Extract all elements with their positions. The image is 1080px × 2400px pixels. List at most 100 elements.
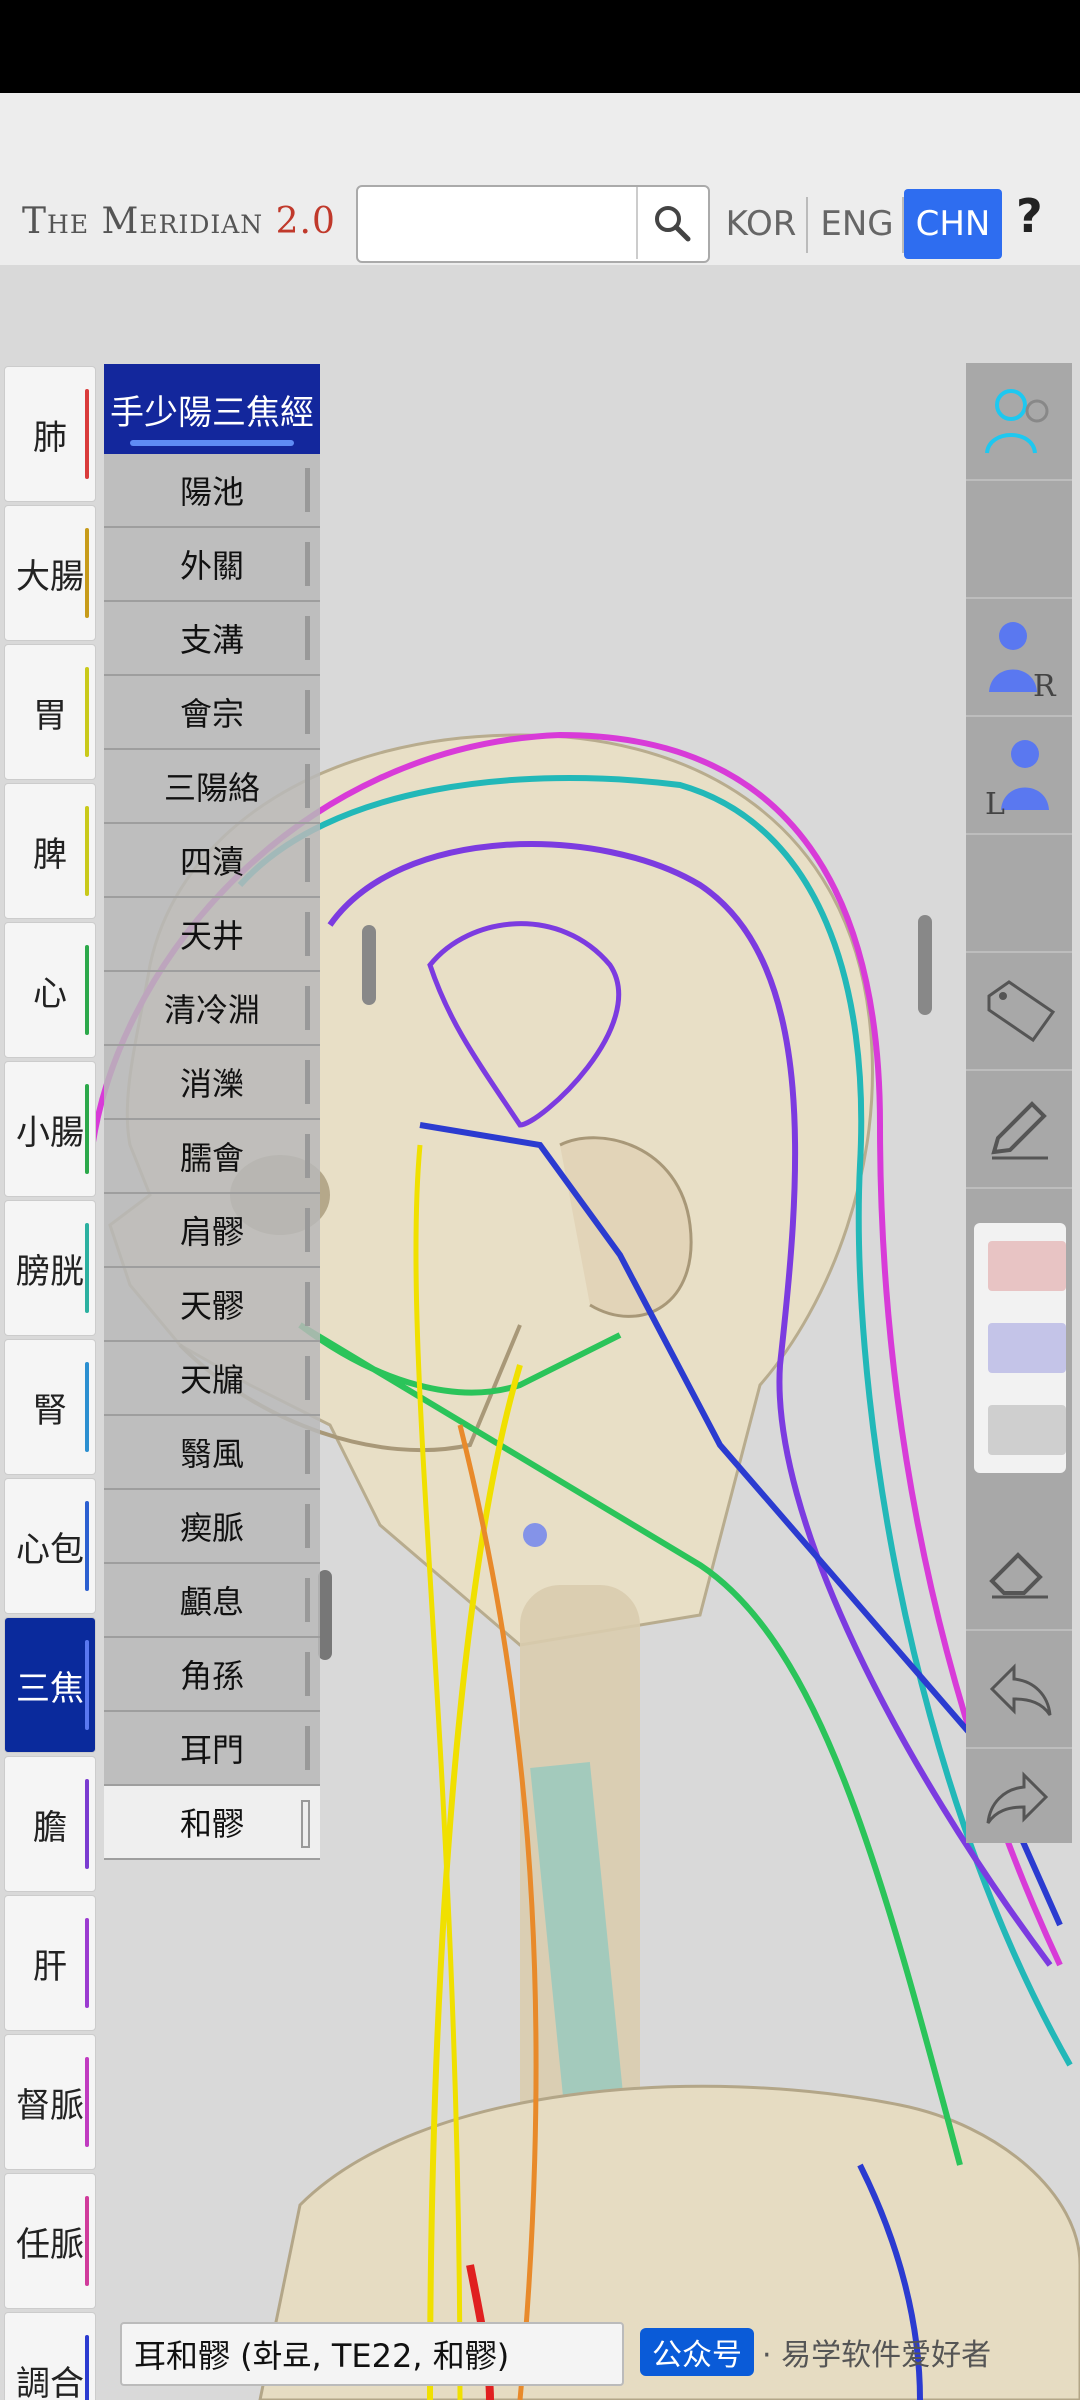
meridian-color-bar [85, 1501, 89, 1591]
acupoint-label: 天髎 [179, 1287, 244, 1325]
pencil-icon [991, 1101, 1048, 1160]
acupoint-item[interactable]: 會宗 [104, 676, 320, 750]
meridian-lung[interactable]: 肺 [4, 366, 96, 502]
meridian-conception-vessel[interactable]: 任脈 [4, 2173, 96, 2309]
meridian-kidney[interactable]: 腎 [4, 1339, 96, 1475]
acupoint-item[interactable]: 肩髎 [104, 1194, 320, 1268]
watermark: 公众号 · 易学软件爱好者 [640, 2328, 991, 2376]
acupoint-label: 臑會 [179, 1139, 244, 1177]
redo-button[interactable] [966, 1739, 1072, 1855]
acupoint-item[interactable]: 四瀆 [104, 824, 320, 898]
item-marker [305, 1282, 310, 1326]
meridian-governing-vessel[interactable]: 督脈 [4, 2034, 96, 2170]
acupoint-label: 支溝 [179, 621, 244, 659]
lang-kor-button[interactable]: KOR [716, 189, 806, 259]
meridian-label: 調合 [16, 2363, 84, 2400]
lang-chn-button[interactable]: CHN [904, 189, 1002, 259]
empty-tool-slot [966, 481, 1072, 599]
acupoint-item[interactable]: 天牖 [104, 1342, 320, 1416]
svg-text:L: L [985, 787, 1005, 820]
meridian-combination[interactable]: 調合 [4, 2312, 96, 2400]
color-swatch[interactable] [988, 1405, 1066, 1455]
meridian-bladder[interactable]: 膀胱 [4, 1200, 96, 1336]
item-marker [305, 1726, 310, 1770]
draw-button[interactable] [966, 1071, 1072, 1189]
search-icon [655, 206, 691, 242]
meridian-small-intestine[interactable]: 小腸 [4, 1061, 96, 1197]
meridian-heart[interactable]: 心 [4, 922, 96, 1058]
right-side-icon: R [989, 622, 1057, 702]
meridian-spleen[interactable]: 脾 [4, 783, 96, 919]
item-marker [305, 764, 310, 808]
acupoint-item[interactable]: 支溝 [104, 602, 320, 676]
item-marker [305, 1060, 310, 1104]
acupoint-item[interactable]: 瘈脈 [104, 1490, 320, 1564]
acupoint-item[interactable]: 消濼 [104, 1046, 320, 1120]
meridian-label: 肺 [33, 417, 67, 458]
acupoint-item[interactable]: 角孫 [104, 1638, 320, 1712]
item-marker [305, 1652, 310, 1696]
meridian-gallbladder[interactable]: 膽 [4, 1756, 96, 1892]
selected-point-info: 耳和髎 (화료, TE22, 和髎) [120, 2322, 624, 2386]
acupoint-item[interactable]: 三陽絡 [104, 750, 320, 824]
meridian-color-bar [85, 528, 89, 618]
left-panel-collapse-handle[interactable] [362, 925, 376, 1005]
meridian-color-bar [85, 2335, 89, 2400]
brand-version: 2.0 [275, 201, 336, 242]
item-marker [305, 1430, 310, 1474]
acupoint-item[interactable]: 外關 [104, 528, 320, 602]
name-tag-button[interactable] [966, 953, 1072, 1071]
acupoint-item[interactable]: 顱息 [104, 1564, 320, 1638]
lang-eng-button[interactable]: ENG [812, 189, 902, 259]
meridian-title-text: 手少陽三焦經 [110, 392, 314, 433]
item-marker [305, 616, 310, 660]
right-side-view-button[interactable]: R [966, 599, 1072, 717]
acupoint-item[interactable]: 清冷淵 [104, 972, 320, 1046]
item-marker [305, 1356, 310, 1400]
svg-text:R: R [1033, 669, 1057, 702]
acupoint-item[interactable]: 臑會 [104, 1120, 320, 1194]
meridian-label: 肝 [33, 1946, 67, 1987]
color-swatch[interactable] [988, 1323, 1066, 1373]
left-side-view-button[interactable]: L [966, 717, 1072, 835]
brand-logo: The Meridian 2.0 [22, 201, 336, 242]
meridian-triple-burner[interactable]: 三焦 [4, 1617, 96, 1753]
header: The Meridian 2.0 KOR ENG CHN ? [0, 93, 1080, 265]
meridian-pericardium[interactable]: 心包 [4, 1478, 96, 1614]
acupoint-item-selected[interactable]: 和髎 [104, 1786, 320, 1860]
meridian-label: 小腸 [16, 1112, 84, 1153]
list-scroll-handle[interactable] [318, 1570, 332, 1660]
meridian-stomach[interactable]: 胃 [4, 644, 96, 780]
view-mode-button[interactable] [966, 363, 1072, 481]
meridian-label: 三焦 [16, 1668, 84, 1709]
app-window: The Meridian 2.0 KOR ENG CHN ? 肺 大腸 胃 脾 … [0, 93, 1080, 2400]
erase-button[interactable] [966, 1513, 1072, 1631]
meridian-large-intestine[interactable]: 大腸 [4, 505, 96, 641]
undo-button[interactable] [966, 1631, 1072, 1749]
acupoint-item[interactable]: 耳門 [104, 1712, 320, 1786]
acupoint-label: 瘈脈 [179, 1509, 244, 1547]
item-marker [305, 690, 310, 734]
meridian-color-bar [85, 1918, 89, 2008]
meridian-label: 膽 [33, 1807, 67, 1848]
meridian-color-bar [85, 1779, 89, 1869]
acupoint-item[interactable]: 翳風 [104, 1416, 320, 1490]
meridian-label: 胃 [33, 695, 67, 736]
item-marker [305, 1504, 310, 1548]
meridian-title[interactable]: 手少陽三焦經 [104, 364, 320, 454]
help-button[interactable]: ? [1016, 189, 1043, 243]
color-swatch-panel [974, 1223, 1066, 1473]
acupoint-item[interactable]: 陽池 [104, 454, 320, 528]
right-panel-expand-handle[interactable] [918, 915, 932, 1015]
meridian-label: 心 [33, 973, 67, 1014]
item-marker [305, 468, 310, 512]
meridian-label: 督脈 [16, 2085, 84, 2126]
search-button[interactable] [636, 187, 706, 259]
acupoint-item[interactable]: 天井 [104, 898, 320, 972]
meridian-liver[interactable]: 肝 [4, 1895, 96, 2031]
title-underline [130, 440, 294, 446]
acupoint-item[interactable]: 天髎 [104, 1268, 320, 1342]
undo-icon [989, 1663, 1052, 1716]
acupoint-label: 外關 [179, 547, 244, 585]
color-swatch[interactable] [988, 1241, 1066, 1291]
